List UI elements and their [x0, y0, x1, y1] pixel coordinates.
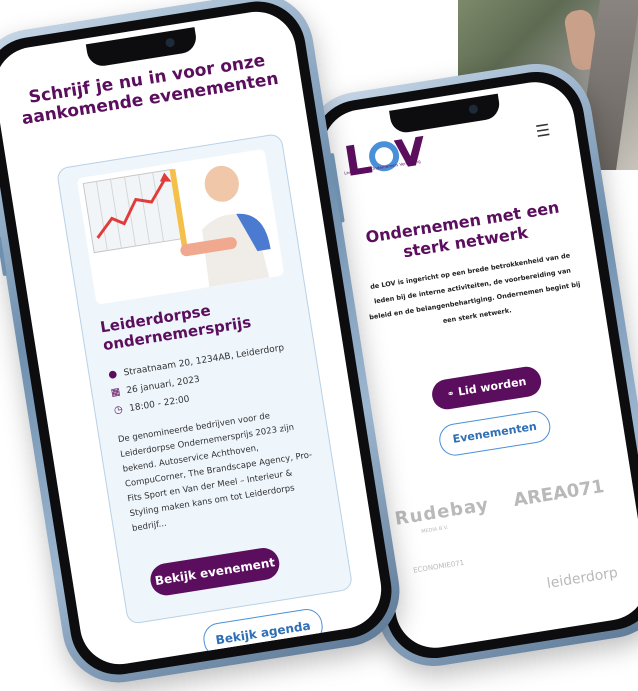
- partner-economie071: ECONOMIE071: [412, 558, 465, 575]
- lov-logo: [346, 135, 424, 176]
- evenementen-button[interactable]: Evenementen: [436, 408, 553, 458]
- event-address-text: Straatnaam 20, 1234AB, Leiderdorp: [122, 342, 285, 378]
- events-heading: Schrijf je nu in voor onze aankomende ev…: [20, 50, 280, 130]
- clock-icon: ◷: [113, 404, 124, 417]
- partner-logos: Rudebay MEDIA B.V. AREA071 ECONOMIE071 l…: [393, 474, 635, 628]
- event-date-text: 26 januari, 2023: [125, 374, 201, 396]
- event-illustration: [76, 148, 285, 305]
- calendar-icon: ▦: [110, 386, 122, 399]
- lid-worden-button[interactable]: ⚭ Lid worden: [429, 364, 544, 412]
- bekijk-evenement-button[interactable]: Bekijk evenement: [148, 545, 282, 598]
- hamburger-menu-icon[interactable]: ☰: [534, 120, 551, 141]
- event-time-text: 18:00 - 22:00: [128, 394, 191, 414]
- event-time: ◷ 18:00 - 22:00: [113, 394, 191, 417]
- partner-rudebay-sub: MEDIA B.V.: [420, 524, 449, 535]
- partner-leiderdorp: leiderdorp: [545, 564, 619, 592]
- user-icon: ⚭: [446, 389, 456, 401]
- event-card[interactable]: Leiderdorpse ondernemersprijs ● Straatna…: [55, 132, 354, 625]
- partner-rudebay: Rudebay: [393, 494, 491, 530]
- partner-area071: AREA071: [511, 476, 606, 512]
- lid-worden-label: Lid worden: [457, 374, 528, 399]
- event-description: De genomineerde bedrijven voor de Leider…: [117, 411, 313, 535]
- location-pin-icon: ●: [107, 368, 118, 381]
